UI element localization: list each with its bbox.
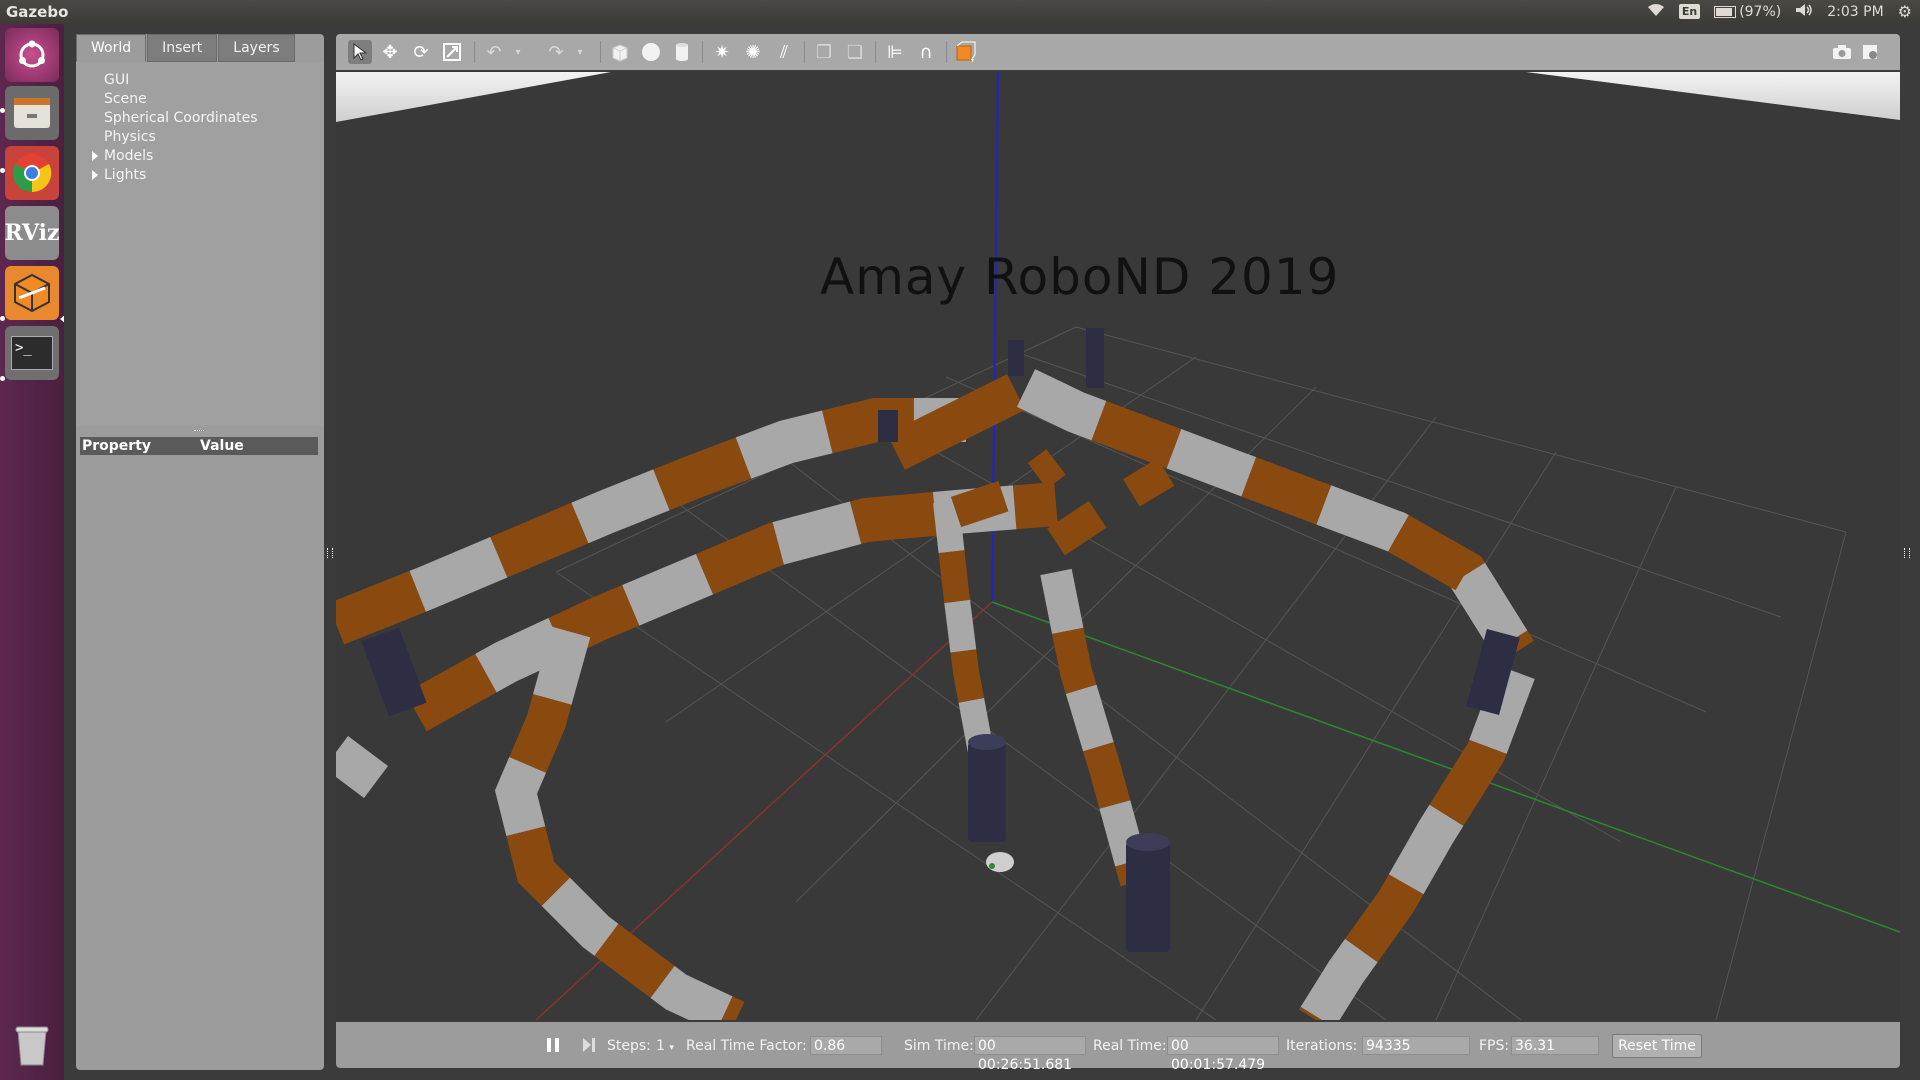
sim-time-label: Sim Time:: [904, 1038, 974, 1054]
tree-item-lights[interactable]: Lights: [92, 166, 147, 185]
tree-item-label: Lights: [104, 167, 147, 183]
change-view-icon[interactable]: [954, 40, 978, 64]
iterations-label: Iterations:: [1286, 1038, 1358, 1054]
time-panel: Steps: 1 ▾ Real Time Factor: 0.86 Sim Ti…: [336, 1022, 1900, 1073]
steps-spinbox[interactable]: 1 ▾: [656, 1037, 674, 1055]
tab-world[interactable]: World: [76, 34, 147, 62]
expand-arrow-icon[interactable]: [92, 170, 98, 180]
undo-icon[interactable]: ↶: [482, 40, 506, 64]
sphere-shape-icon[interactable]: [639, 40, 663, 64]
copy-icon[interactable]: ❐: [812, 40, 836, 64]
spin-down-icon[interactable]: ▾: [669, 1043, 674, 1053]
undo-dropdown-icon[interactable]: ▾: [506, 40, 530, 64]
property-table-header: Property Value: [80, 437, 318, 455]
real-time-field: 00 00:01:57.479: [1167, 1036, 1279, 1073]
battery-indicator[interactable]: (97%): [1714, 4, 1781, 20]
value-column-header[interactable]: Value: [200, 438, 244, 454]
keyboard-layout-indicator[interactable]: En: [1678, 4, 1701, 19]
wifi-icon[interactable]: [1647, 3, 1665, 21]
rtf-label: Real Time Factor:: [686, 1038, 807, 1054]
volume-icon[interactable]: [1795, 3, 1813, 21]
top-panel: Gazebo En (97%) 2:03 PM ⚙: [0, 0, 1920, 24]
tree-item-scene[interactable]: Scene: [104, 90, 147, 109]
dash-icon[interactable]: [5, 28, 59, 82]
toolbar-separator: [600, 41, 601, 63]
tree-item-models[interactable]: Models: [92, 147, 154, 166]
snap-icon[interactable]: ∩: [914, 40, 938, 64]
real-time-label: Real Time:: [1093, 1038, 1167, 1054]
tab-insert[interactable]: Insert: [147, 34, 218, 62]
viewport-overlay-title: Amay RoboND 2019: [820, 248, 1340, 306]
select-mode-icon[interactable]: [348, 40, 372, 64]
files-icon[interactable]: [5, 86, 59, 140]
right-panel-collapse-handle[interactable]: [1904, 548, 1910, 558]
tree-item-label: Models: [104, 148, 154, 164]
left-panel: World Insert Layers GUI Scene Spherical …: [76, 34, 324, 1070]
toolbar-separator: [474, 41, 475, 63]
tree-item-physics[interactable]: Physics: [104, 128, 156, 147]
toolbar-separator: [946, 41, 947, 63]
toolbar-separator: [702, 41, 703, 63]
rviz-icon[interactable]: RViz: [4, 206, 60, 260]
rtf-field: 0.86: [810, 1036, 882, 1055]
system-tray: En (97%) 2:03 PM ⚙: [1647, 2, 1912, 21]
running-indicator: [0, 376, 5, 381]
spot-light-icon[interactable]: ✺: [741, 40, 765, 64]
tab-layers[interactable]: Layers: [218, 34, 295, 62]
gazebo-icon[interactable]: [5, 266, 59, 320]
step-icon[interactable]: [582, 1037, 596, 1055]
3d-viewport[interactable]: Amay RoboND 2019: [336, 72, 1900, 1020]
fps-label: FPS:: [1479, 1038, 1510, 1054]
panel-splitter-handle[interactable]: [194, 430, 204, 434]
left-tabs: World Insert Layers: [76, 34, 296, 62]
pause-icon[interactable]: [546, 1037, 560, 1055]
trash-icon[interactable]: [5, 1018, 59, 1072]
redo-dropdown-icon[interactable]: ▾: [568, 40, 592, 64]
left-panel-collapse-handle[interactable]: [327, 548, 333, 558]
box-shape-icon[interactable]: [608, 40, 632, 64]
tree-item-gui[interactable]: GUI: [104, 71, 129, 90]
scale-mode-icon[interactable]: [440, 40, 464, 64]
redo-icon[interactable]: ↷: [544, 40, 568, 64]
reset-time-button[interactable]: Reset Time: [1612, 1034, 1702, 1058]
translate-mode-icon[interactable]: ✥: [378, 40, 402, 64]
battery-percent: (97%): [1739, 3, 1782, 20]
property-column-header[interactable]: Property: [82, 438, 151, 454]
robot-model[interactable]: [986, 852, 1014, 872]
screenshot-camera-icon[interactable]: [1830, 40, 1854, 64]
battery-icon: [1714, 5, 1737, 18]
steps-label: Steps:: [607, 1038, 651, 1054]
clock[interactable]: 2:03 PM: [1827, 4, 1883, 20]
unity-launcher: RViz >_: [0, 24, 66, 1080]
point-light-icon[interactable]: ✷: [710, 40, 734, 64]
expand-arrow-icon[interactable]: [92, 151, 98, 161]
scene-render: [336, 72, 1900, 1020]
tree-item-spherical-coordinates[interactable]: Spherical Coordinates: [104, 109, 258, 128]
iterations-field: 94335: [1362, 1036, 1470, 1055]
app-name: Gazebo: [6, 3, 69, 21]
toolbar: ✥ ⟳ ↶ ▾ ↷ ▾ ✷ ✺ ⫽ ❐ ❏ ⊫ ∩: [336, 34, 1900, 70]
directional-light-icon[interactable]: ⫽: [772, 40, 796, 64]
world-tree: GUI Scene Spherical Coordinates Physics …: [76, 62, 324, 426]
log-data-icon[interactable]: [1858, 40, 1882, 64]
steps-value: 1: [656, 1038, 665, 1054]
rviz-label: RViz: [4, 220, 60, 246]
gear-icon[interactable]: ⚙: [1898, 2, 1912, 21]
fps-field: 36.31: [1511, 1036, 1599, 1055]
align-icon[interactable]: ⊫: [883, 40, 907, 64]
rotate-mode-icon[interactable]: ⟳: [409, 40, 433, 64]
toolbar-separator: [804, 41, 805, 63]
running-indicator: [0, 316, 5, 321]
sim-time-field: 00 00:26:51.681: [974, 1036, 1086, 1073]
chrome-icon[interactable]: [5, 146, 59, 200]
toolbar-separator: [875, 41, 876, 63]
paste-icon[interactable]: ❏: [843, 40, 867, 64]
terminal-icon[interactable]: >_: [5, 326, 59, 380]
cylinder-shape-icon[interactable]: [670, 40, 694, 64]
